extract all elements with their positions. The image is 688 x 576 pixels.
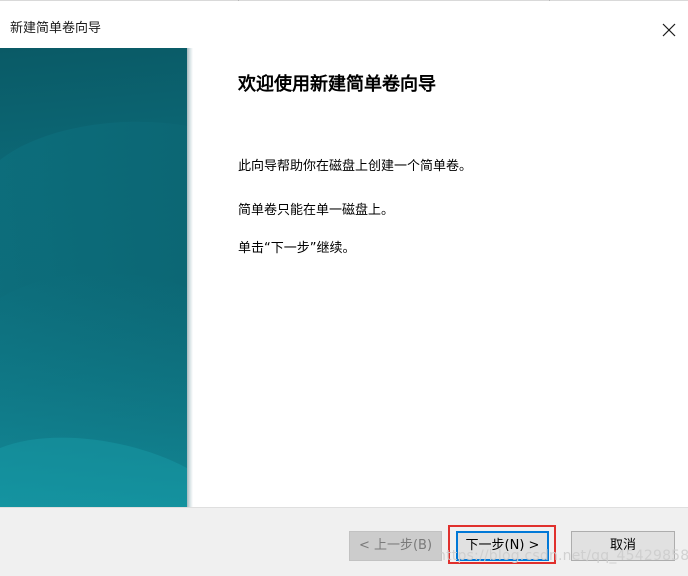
wizard-content: 欢迎使用新建简单卷向导 此向导帮助你在磁盘上创建一个简单卷。 简单卷只能在单一磁…: [193, 48, 688, 507]
close-button[interactable]: [658, 19, 680, 41]
continue-instruction: 单击“下一步”继续。: [238, 241, 356, 256]
close-icon: [662, 23, 676, 37]
button-bar: < 上一步(B) 下一步(N) > 取消 https://blog.csdn.n…: [0, 507, 688, 576]
wizard-window: 新建简单卷向导 欢迎使用新建简单卷向导 此向导帮助你在磁盘上创建一个简单卷。 简…: [0, 0, 688, 576]
window-title: 新建简单卷向导: [10, 21, 102, 36]
info-text: 简单卷只能在单一磁盘上。: [238, 203, 395, 218]
page-title: 欢迎使用新建简单卷向导: [238, 74, 436, 95]
title-bar: 新建简单卷向导: [0, 1, 688, 47]
banner-swoosh-graphic: [0, 121, 187, 507]
wizard-side-banner: [0, 48, 187, 507]
watermark-text: https://blog.csdn.net/qq_45429858: [437, 548, 688, 564]
intro-text: 此向导帮助你在磁盘上创建一个简单卷。: [238, 159, 473, 174]
back-button[interactable]: < 上一步(B): [349, 531, 442, 561]
